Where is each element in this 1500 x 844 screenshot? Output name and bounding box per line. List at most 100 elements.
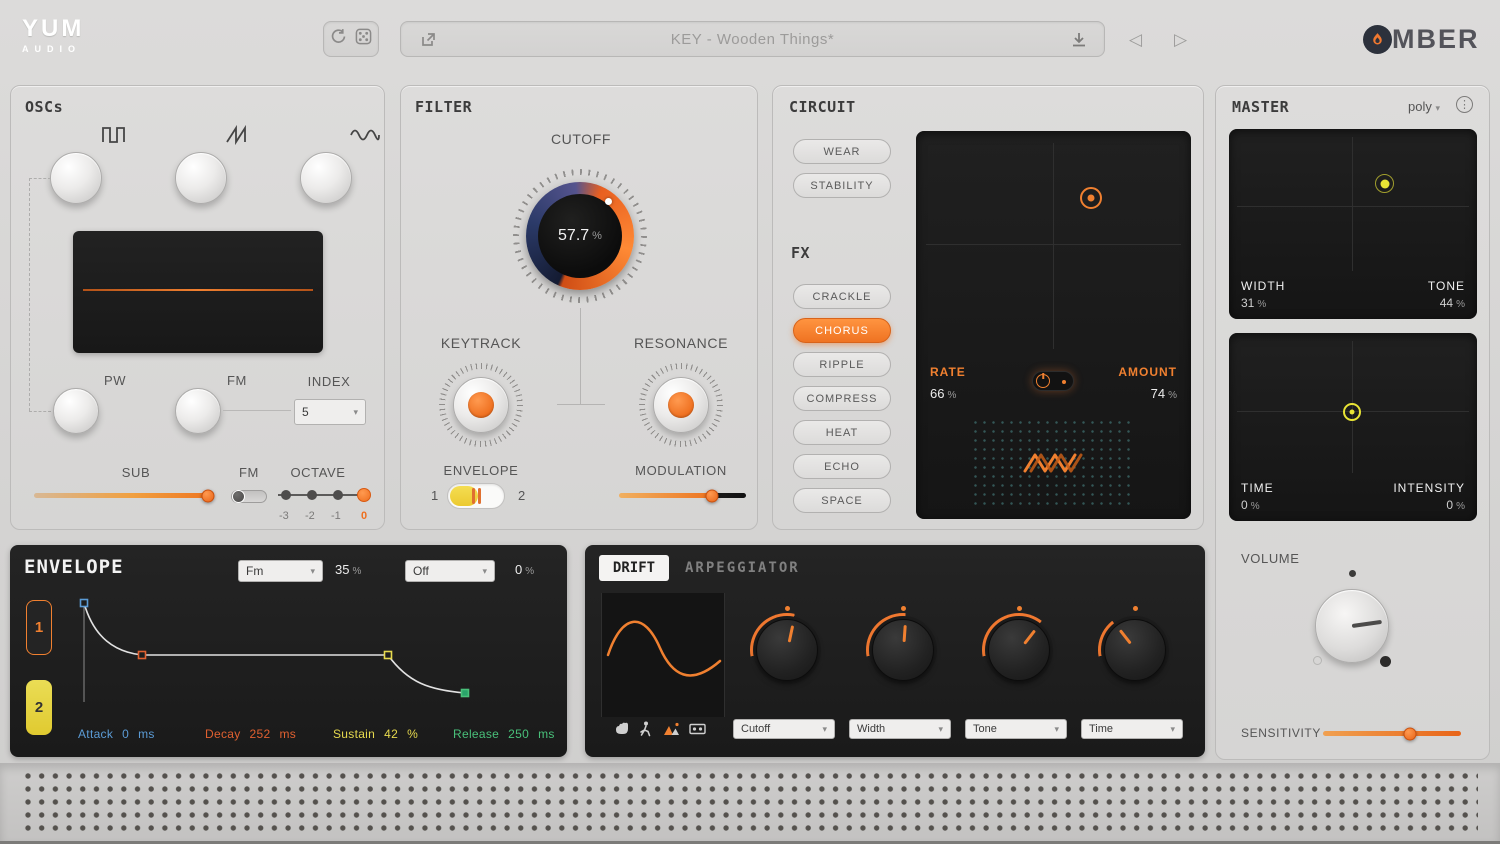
- fx-button-heat[interactable]: HEAT: [793, 420, 891, 445]
- cutoff-indicator-dot: [605, 198, 612, 205]
- fx-button-echo[interactable]: ECHO: [793, 454, 891, 479]
- time-intensity-handle[interactable]: [1343, 403, 1361, 421]
- fm-knob[interactable]: [175, 388, 221, 434]
- amount-label: AMOUNT: [1118, 365, 1177, 379]
- envelope-select-toggle[interactable]: [447, 483, 505, 509]
- volume-label: VOLUME: [1241, 551, 1300, 566]
- logo-text-audio: AUDIO: [22, 44, 84, 54]
- octave-tick-label: -3: [279, 510, 289, 522]
- osc3-knob[interactable]: [300, 152, 352, 204]
- brand-text: MBER: [1392, 24, 1480, 55]
- voice-mode-select[interactable]: poly ▾: [1408, 99, 1440, 114]
- knob-dot: [1133, 606, 1138, 611]
- dice-icon[interactable]: [355, 28, 372, 50]
- drift-target-select-2[interactable]: Width ▾: [849, 719, 951, 739]
- knob-dot: [785, 606, 790, 611]
- sine-wave-icon: [349, 124, 381, 151]
- modulation-slider[interactable]: [619, 493, 746, 498]
- cassette-icon[interactable]: [689, 721, 706, 737]
- envelope-graph[interactable]: [70, 590, 560, 720]
- download-icon[interactable]: [1070, 31, 1088, 54]
- refresh-icon[interactable]: [330, 28, 347, 50]
- drift-knob-tone[interactable]: [988, 619, 1050, 681]
- wear-button[interactable]: WEAR: [793, 139, 891, 164]
- preset-bar[interactable]: KEY - Wooden Things*: [400, 21, 1105, 57]
- osc2-knob[interactable]: [175, 152, 227, 204]
- drift-knob-time[interactable]: [1104, 619, 1166, 681]
- drift-knob-width[interactable]: [872, 619, 934, 681]
- osc1-knob[interactable]: [50, 152, 102, 204]
- fx-xy-handle[interactable]: [1080, 187, 1102, 209]
- decay-readout: Decay 252 ms: [205, 727, 296, 741]
- env-mod1-value: Fm: [246, 564, 263, 578]
- next-preset-button[interactable]: ▷: [1174, 30, 1187, 50]
- power-indicator-dot: [1062, 380, 1066, 384]
- sub-slider[interactable]: [34, 493, 213, 498]
- drift-target-select-1[interactable]: Cutoff ▾: [733, 719, 835, 739]
- time-intensity-pad[interactable]: TIME 0% INTENSITY 0%: [1229, 333, 1477, 521]
- resonance-knob[interactable]: [639, 363, 723, 447]
- fx-button-ripple[interactable]: RIPPLE: [793, 352, 891, 377]
- sensitivity-slider-handle[interactable]: [1403, 727, 1416, 740]
- intensity-unit: %: [1456, 501, 1465, 512]
- walk-icon[interactable]: [637, 721, 654, 737]
- octave-dot--2[interactable]: [307, 490, 317, 500]
- fx-power-toggle[interactable]: [1032, 371, 1074, 391]
- pw-knob[interactable]: [53, 388, 99, 434]
- tab-arpeggiator[interactable]: ARPEGGIATOR: [685, 560, 800, 576]
- randomize-controls: [323, 21, 379, 57]
- time-label: TIME: [1241, 481, 1274, 495]
- oscs-title: OSCs: [25, 98, 63, 116]
- filter-envelope-label: ENVELOPE: [444, 463, 519, 478]
- env-mod2-select[interactable]: Off ▾: [405, 560, 495, 582]
- drift-knob-cutoff[interactable]: [756, 619, 818, 681]
- fx-button-crackle[interactable]: CRACKLE: [793, 284, 891, 309]
- fx-button-compress[interactable]: COMPRESS: [793, 386, 891, 411]
- fm-toggle-handle[interactable]: [232, 490, 245, 503]
- env-mod1-select[interactable]: Fm ▾: [238, 560, 323, 582]
- octave-dot--1[interactable]: [333, 490, 343, 500]
- fm-toggle[interactable]: [231, 490, 267, 503]
- env-mod1-unit: %: [352, 566, 361, 577]
- knob-body: [1104, 619, 1166, 681]
- stability-button[interactable]: STABILITY: [793, 173, 891, 198]
- fm-index-link: [223, 410, 291, 411]
- envelope-tab-1[interactable]: 1: [26, 600, 52, 655]
- env-mod2-unit: %: [525, 566, 534, 577]
- envelope-toggle-grip: [472, 488, 475, 504]
- info-icon[interactable]: ⋮: [1456, 96, 1473, 113]
- volume-knob[interactable]: [1315, 589, 1389, 663]
- modulation-slider-handle[interactable]: [705, 489, 718, 502]
- grab-icon[interactable]: [613, 721, 630, 737]
- cutoff-value: 57.7: [558, 227, 589, 245]
- octave-dot--3[interactable]: [281, 490, 291, 500]
- prev-preset-button[interactable]: ◁: [1129, 30, 1142, 50]
- preset-name[interactable]: KEY - Wooden Things*: [671, 31, 834, 48]
- drift-target-2: Width: [857, 723, 885, 735]
- fx-button-space[interactable]: SPACE: [793, 488, 891, 513]
- envelope-tab-2[interactable]: 2: [26, 680, 52, 735]
- fm-knob-label: FM: [227, 373, 247, 388]
- chevron-down-icon: ▾: [1170, 724, 1175, 735]
- width-tone-handle[interactable]: [1375, 174, 1394, 193]
- octave-dot-0[interactable]: [357, 488, 371, 502]
- sensitivity-label: SENSITIVITY: [1241, 726, 1321, 740]
- rate-label: RATE: [930, 365, 966, 379]
- drift-target-select-4[interactable]: Time ▾: [1081, 719, 1183, 739]
- cutoff-knob[interactable]: 57.7 %: [513, 169, 647, 303]
- attack-handle: [81, 600, 88, 607]
- fx-button-chorus[interactable]: CHORUS: [793, 318, 891, 343]
- landscape-icon[interactable]: [663, 721, 680, 737]
- sustain-label: Sustain: [333, 727, 375, 741]
- tab-drift[interactable]: DRIFT: [599, 555, 669, 581]
- time-intensity-handle-dot: [1350, 410, 1355, 415]
- export-icon[interactable]: [419, 31, 437, 54]
- sub-slider-handle[interactable]: [201, 489, 214, 502]
- width-tone-pad[interactable]: WIDTH 31% TONE 44%: [1229, 129, 1477, 319]
- drift-target-select-3[interactable]: Tone ▾: [965, 719, 1067, 739]
- fx-display[interactable]: RATE 66% AMOUNT 74%: [916, 131, 1191, 519]
- sensitivity-slider[interactable]: [1323, 731, 1461, 736]
- index-value: 5: [302, 405, 309, 419]
- keytrack-knob[interactable]: [439, 363, 523, 447]
- index-select[interactable]: 5 ▾: [294, 399, 366, 425]
